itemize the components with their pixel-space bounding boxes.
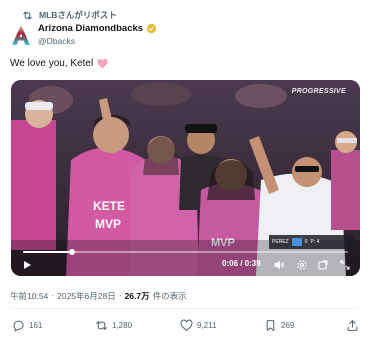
video-watermark: PROGRESSIVE <box>291 88 346 95</box>
post-time[interactable]: 午前10:54 <box>10 290 48 302</box>
pink-heart-icon <box>97 58 108 69</box>
volume-button[interactable] <box>273 258 285 270</box>
jersey-text-1: KETE <box>93 199 125 213</box>
diamondbacks-a-logo <box>12 25 30 45</box>
fullscreen-button[interactable] <box>339 258 351 270</box>
settings-button[interactable] <box>296 258 308 270</box>
video-progress-fill <box>23 251 72 253</box>
bookmark-count: 269 <box>281 321 295 330</box>
post-date[interactable]: 2025年6月28日 <box>57 290 116 302</box>
share-button[interactable] <box>346 319 359 332</box>
video-progress-knob[interactable] <box>68 249 75 255</box>
reply-button[interactable]: 161 <box>12 319 42 332</box>
views-label: 件の表示 <box>152 291 187 301</box>
play-button[interactable] <box>21 258 33 270</box>
like-heart-icon <box>180 319 193 332</box>
video-player[interactable]: KETE MVP MVP PROGRESSIVE PEREZ 0 P: 4 0:… <box>11 80 360 276</box>
jersey-text-2: MVP <box>95 217 121 231</box>
repost-label: MLBさんがリポスト <box>39 10 117 20</box>
video-progress-bar[interactable] <box>23 249 348 255</box>
volume-icon <box>274 260 284 270</box>
gold-check-icon <box>146 23 157 34</box>
scorebug-team-box <box>291 238 302 246</box>
like-count: 9,211 <box>197 321 217 330</box>
post-text: We love you, Ketel <box>10 58 108 69</box>
video-time: 0:06 / 0:39 <box>222 259 261 268</box>
repost-indicator[interactable]: MLBさんがリポスト <box>22 9 117 21</box>
author-block: Arizona Diamondbacks @Dbacks <box>38 23 157 46</box>
scorebug: PEREZ 0 P: 4 <box>269 235 355 249</box>
reply-count: 161 <box>29 321 43 330</box>
play-icon <box>24 261 31 269</box>
divider <box>10 308 359 309</box>
scorebug-left: PEREZ <box>272 239 289 245</box>
author-handle[interactable]: @Dbacks <box>38 36 157 46</box>
post-body: We love you, Ketel <box>10 58 94 69</box>
bookmark-button[interactable]: 269 <box>264 319 294 332</box>
author-name[interactable]: Arizona Diamondbacks <box>38 23 143 34</box>
repost-count: 1,280 <box>112 321 133 330</box>
reply-icon <box>13 320 24 332</box>
post-meta: 午前10:54 · 2025年6月28日 · 26.7万 件の表示 <box>10 290 187 302</box>
like-button[interactable]: 9,211 <box>180 319 216 332</box>
views-count: 26.7万 <box>124 291 150 301</box>
meta-separator-2: · <box>118 290 122 300</box>
share-icon <box>347 320 358 331</box>
scorebug-right: P: 4 <box>310 239 320 245</box>
scorebug-score: 0 <box>304 239 308 245</box>
popout-button[interactable] <box>317 258 329 270</box>
video-controls: 0:06 / 0:39 <box>11 258 360 272</box>
repost-icon <box>23 11 32 19</box>
repost-button[interactable]: 1,280 <box>95 319 132 332</box>
author-avatar[interactable] <box>10 24 32 46</box>
fullscreen-icon <box>340 260 350 270</box>
settings-icon <box>297 260 307 270</box>
bookmark-icon <box>266 320 275 331</box>
meta-separator-1: · <box>51 290 55 300</box>
popout-icon <box>318 260 328 270</box>
action-bar: 161 1,280 9,211 269 <box>0 319 369 335</box>
repost-icon <box>96 321 107 330</box>
